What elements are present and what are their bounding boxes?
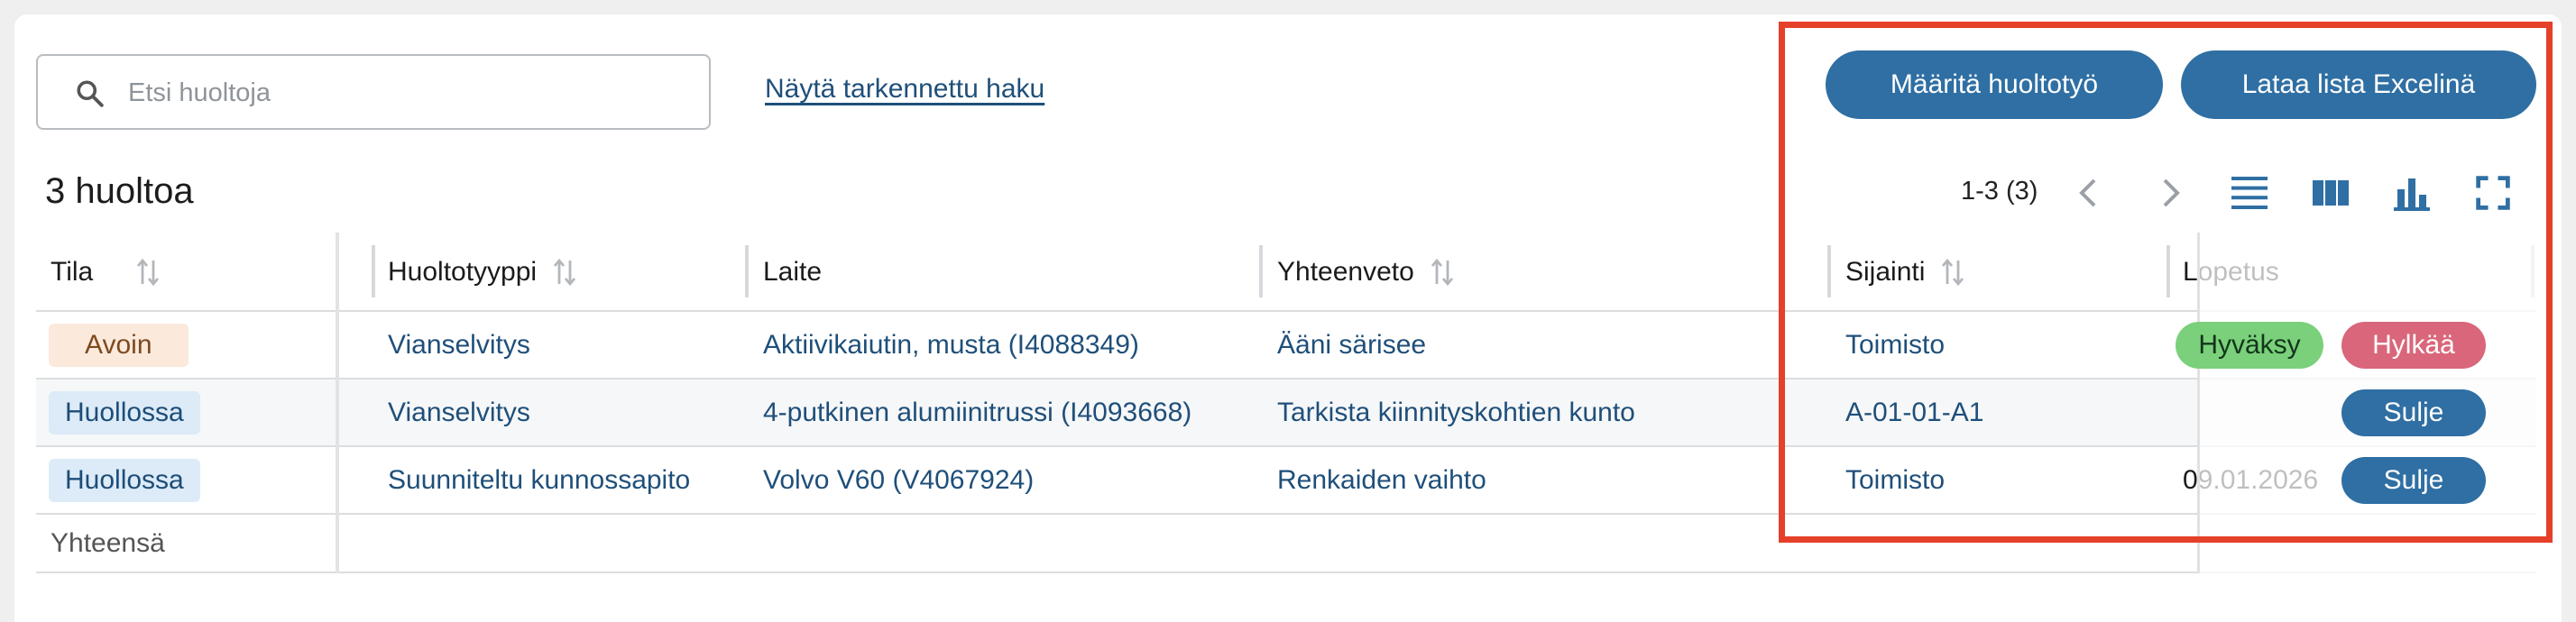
chevron-right-icon[interactable] bbox=[2148, 171, 2192, 215]
advanced-search-link[interactable]: Näytä tarkennettu haku bbox=[765, 74, 1044, 105]
total-label: Yhteensä bbox=[51, 528, 165, 558]
location-cell[interactable]: Toimisto bbox=[1845, 312, 1945, 378]
column-header-location[interactable]: Sijainti bbox=[1845, 233, 1966, 312]
status-cell: Huollossa bbox=[49, 447, 200, 513]
pinned-column-divider bbox=[336, 233, 339, 573]
column-resize-handle[interactable] bbox=[372, 245, 375, 297]
summary-cell[interactable]: Renkaiden vaihto bbox=[1277, 447, 1486, 513]
location-cell[interactable]: A-01-01-A1 bbox=[1845, 380, 1983, 445]
sort-icon[interactable] bbox=[134, 257, 161, 288]
column-header-status[interactable]: Tila bbox=[51, 233, 161, 312]
close-button[interactable]: Sulje bbox=[2341, 389, 2486, 436]
sort-icon[interactable] bbox=[551, 257, 578, 288]
table-row[interactable]: Huollossa Vianselvitys 4-putkinen alumii… bbox=[36, 380, 2536, 447]
column-label: Sijainti bbox=[1845, 257, 1926, 287]
location-cell[interactable]: Toimisto bbox=[1845, 447, 1945, 513]
search-input[interactable] bbox=[126, 70, 689, 115]
end-date-cell: 09.01.2026 bbox=[2183, 464, 2319, 495]
column-resize-handle[interactable] bbox=[745, 245, 749, 297]
column-label: Tila bbox=[51, 257, 94, 287]
column-resize-handle[interactable] bbox=[2167, 245, 2170, 297]
pagination-range: 1-3 (3) bbox=[1961, 177, 2038, 206]
type-cell[interactable]: Vianselvitys bbox=[388, 380, 530, 445]
table-header: Tila Huoltotyyppi Laite Yhteenveto Sijai… bbox=[36, 233, 2536, 312]
columns-view-icon[interactable] bbox=[2309, 171, 2352, 215]
column-resize-handle[interactable] bbox=[1827, 245, 1831, 297]
download-excel-button[interactable]: Lataa lista Excelinä bbox=[2181, 50, 2536, 119]
result-count: 3 huoltoa bbox=[45, 171, 194, 211]
close-button[interactable]: Sulje bbox=[2341, 457, 2486, 504]
maintenance-table: Tila Huoltotyyppi Laite Yhteenveto Sijai… bbox=[36, 233, 2536, 575]
device-cell[interactable]: Aktiivikaiutin, musta (I4088349) bbox=[763, 312, 1139, 378]
type-cell[interactable]: Vianselvitys bbox=[388, 312, 530, 378]
summary-cell[interactable]: Tarkista kiinnityskohtien kunto bbox=[1277, 380, 1635, 445]
summary-cell[interactable]: Ääni särisee bbox=[1277, 312, 1426, 378]
list-view-icon[interactable] bbox=[2228, 171, 2271, 215]
search-icon bbox=[77, 80, 104, 107]
device-cell[interactable]: Volvo V60 (V4067924) bbox=[763, 447, 1034, 513]
column-label: Lopetus bbox=[2183, 257, 2279, 287]
status-badge: Huollossa bbox=[49, 390, 200, 434]
sort-icon[interactable] bbox=[1429, 257, 1456, 288]
table-footer-row: Yhteensä bbox=[36, 516, 2536, 573]
status-cell: Avoin bbox=[49, 312, 189, 378]
search-box[interactable] bbox=[36, 54, 711, 130]
accept-button[interactable]: Hyväksy bbox=[2176, 322, 2323, 369]
chevron-left-icon[interactable] bbox=[2067, 171, 2111, 215]
device-cell[interactable]: 4-putkinen alumiinitrussi (I4093668) bbox=[763, 380, 1191, 445]
column-header-device[interactable]: Laite bbox=[763, 233, 822, 312]
column-label: Yhteenveto bbox=[1277, 257, 1414, 287]
column-header-end[interactable]: Lopetus bbox=[2183, 233, 2279, 312]
status-badge: Avoin bbox=[49, 323, 189, 367]
column-resize-handle[interactable] bbox=[1259, 245, 1263, 297]
fullscreen-icon[interactable] bbox=[2471, 171, 2515, 215]
reject-button[interactable]: Hylkää bbox=[2341, 322, 2486, 369]
table-row[interactable]: Avoin Vianselvitys Aktiivikaiutin, musta… bbox=[36, 312, 2536, 380]
column-header-type[interactable]: Huoltotyyppi bbox=[388, 233, 578, 312]
column-label: Huoltotyyppi bbox=[388, 257, 538, 287]
table-row[interactable]: Huollossa Suunniteltu kunnossapito Volvo… bbox=[36, 447, 2536, 515]
status-cell: Huollossa bbox=[49, 380, 200, 445]
column-resize-handle[interactable] bbox=[2531, 245, 2535, 297]
define-maintenance-button[interactable]: Määritä huoltotyö bbox=[1826, 50, 2163, 119]
status-badge: Huollossa bbox=[49, 458, 200, 502]
column-label: Laite bbox=[763, 257, 823, 287]
column-header-summary[interactable]: Yhteenveto bbox=[1277, 233, 1456, 312]
sort-icon[interactable] bbox=[1939, 257, 1966, 288]
type-cell[interactable]: Suunniteltu kunnossapito bbox=[388, 447, 690, 513]
bar-chart-icon[interactable] bbox=[2390, 171, 2433, 215]
